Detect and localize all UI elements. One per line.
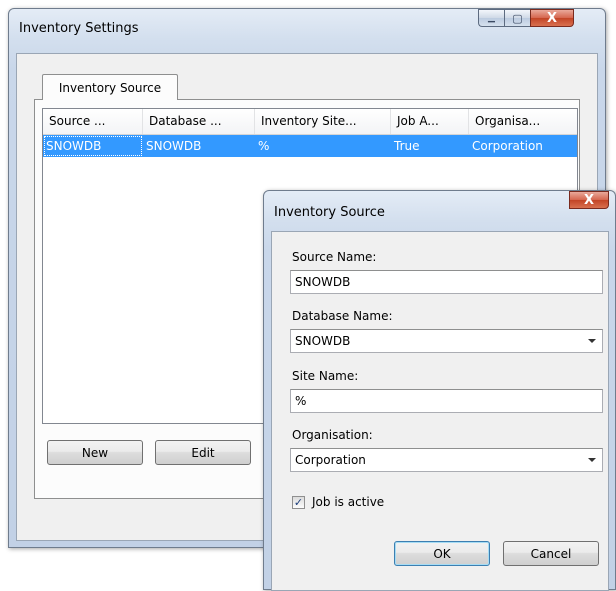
close-icon: X bbox=[546, 10, 558, 26]
organisation-value: Corporation bbox=[295, 453, 366, 467]
caption-buttons: ▁ ▢ X bbox=[478, 9, 574, 27]
column-header-database[interactable]: Database ... bbox=[143, 109, 255, 134]
new-button[interactable]: New bbox=[47, 440, 143, 465]
column-header-inventory-site[interactable]: Inventory Site... bbox=[255, 109, 391, 134]
chevron-down-icon[interactable] bbox=[588, 339, 596, 343]
site-name-value: % bbox=[295, 394, 307, 408]
checkmark-icon: ✓ bbox=[293, 496, 304, 509]
tab-label: Inventory Source bbox=[58, 80, 162, 95]
site-name-label: Site Name: bbox=[292, 369, 359, 383]
cell-inventory-site: % bbox=[258, 139, 270, 153]
column-header-job-active[interactable]: Job A... bbox=[391, 109, 469, 134]
job-active-checkbox[interactable]: ✓ bbox=[292, 496, 305, 509]
column-header-organisation[interactable]: Organisa... bbox=[469, 109, 573, 134]
maximize-icon: ▢ bbox=[512, 11, 523, 25]
cancel-button-label: Cancel bbox=[530, 546, 572, 561]
database-name-value: SNOWDB bbox=[295, 334, 351, 348]
database-name-combo[interactable]: SNOWDB bbox=[290, 329, 603, 353]
close-icon: X bbox=[583, 192, 595, 208]
close-button[interactable]: X bbox=[530, 9, 574, 27]
chevron-down-icon[interactable] bbox=[588, 458, 596, 462]
cancel-button[interactable]: Cancel bbox=[503, 541, 599, 566]
edit-button[interactable]: Edit bbox=[155, 440, 251, 465]
list-header: Source ... Database ... Inventory Site..… bbox=[43, 109, 577, 135]
minimize-button[interactable]: ▁ bbox=[478, 9, 504, 27]
edit-button-label: Edit bbox=[191, 445, 215, 460]
source-name-value: SNOWDB bbox=[295, 275, 351, 289]
cell-organisation: Corporation bbox=[472, 139, 543, 153]
new-button-label: New bbox=[81, 445, 109, 460]
source-name-label: Source Name: bbox=[292, 250, 377, 264]
minimize-icon: ▁ bbox=[488, 13, 495, 23]
source-name-field[interactable]: SNOWDB bbox=[290, 270, 603, 294]
organisation-label: Organisation: bbox=[292, 428, 373, 442]
tab-inventory-source[interactable]: Inventory Source bbox=[42, 74, 178, 100]
window-title: Inventory Settings bbox=[19, 21, 139, 36]
database-name-label: Database Name: bbox=[292, 309, 393, 323]
column-header-source[interactable]: Source ... bbox=[43, 109, 143, 134]
dialog-close-button[interactable]: X bbox=[569, 191, 609, 209]
cell-source: SNOWDB bbox=[43, 135, 143, 157]
organisation-combo[interactable]: Corporation bbox=[290, 448, 603, 472]
dialog-title: Inventory Source bbox=[274, 205, 385, 220]
job-active-label: Job is active bbox=[312, 495, 385, 509]
ok-button[interactable]: OK bbox=[394, 541, 490, 566]
cell-job-active: True bbox=[394, 139, 420, 153]
maximize-button[interactable]: ▢ bbox=[504, 9, 530, 27]
dialog-caption-buttons: X bbox=[569, 191, 609, 209]
table-row[interactable]: SNOWDB SNOWDB % True Corporation bbox=[43, 135, 577, 157]
site-name-field[interactable]: % bbox=[290, 389, 603, 413]
cell-database: SNOWDB bbox=[146, 139, 202, 153]
ok-button-label: OK bbox=[433, 546, 451, 561]
